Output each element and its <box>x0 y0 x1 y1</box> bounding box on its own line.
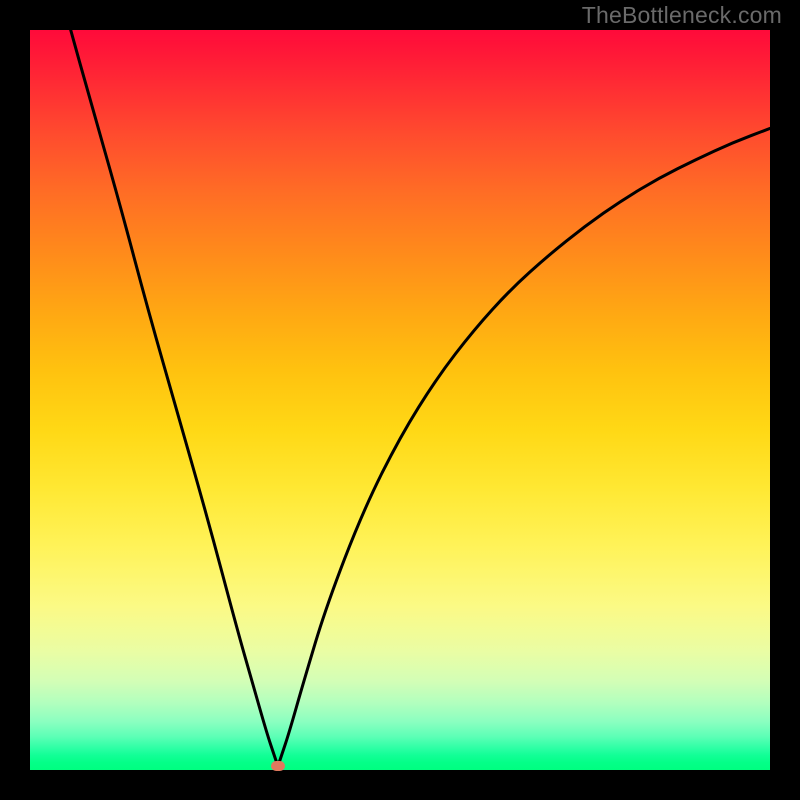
chart-stage: TheBottleneck.com <box>0 0 800 800</box>
bottleneck-curve <box>30 30 770 770</box>
minimum-marker <box>271 761 285 771</box>
plot-area <box>30 30 770 770</box>
curve-path <box>71 30 770 764</box>
watermark-text: TheBottleneck.com <box>582 2 782 29</box>
